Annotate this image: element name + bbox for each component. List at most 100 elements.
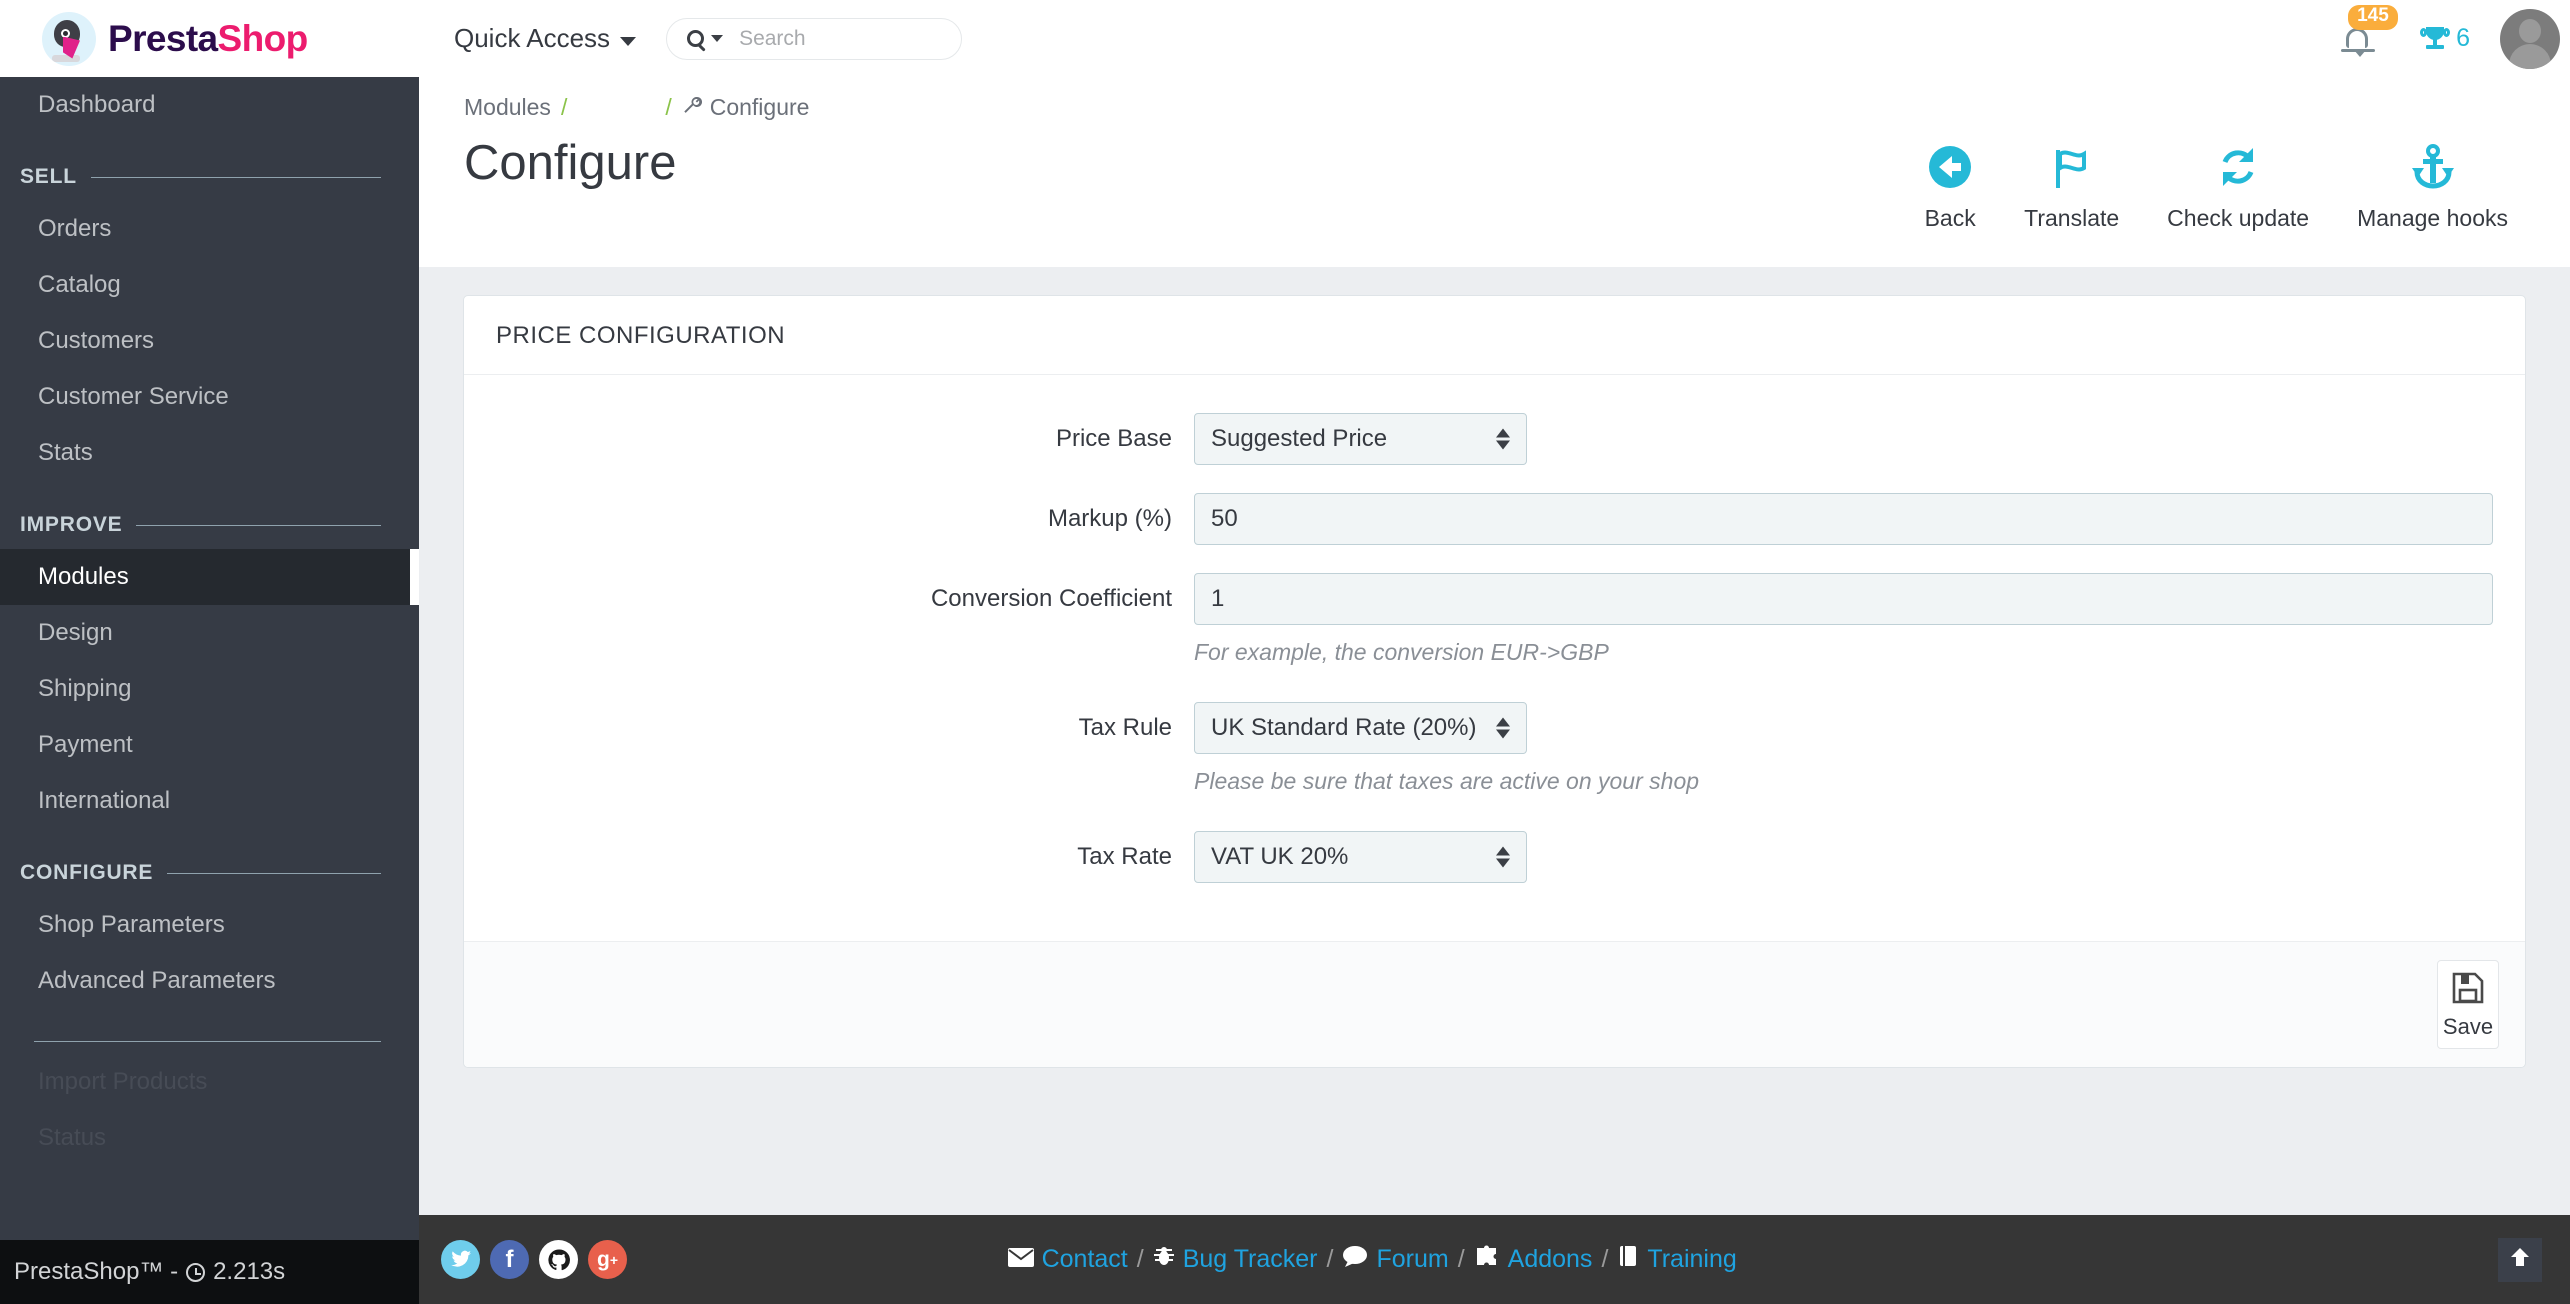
brand-logo[interactable]: PrestaShop (0, 0, 419, 77)
spinner-arrows-icon (1496, 428, 1510, 450)
scroll-to-top-button[interactable] (2497, 1237, 2542, 1282)
separator: / (1136, 1245, 1144, 1273)
sidebar-section-configure: CONFIGURE (0, 829, 419, 897)
sidebar-footer: PrestaShop™ - 2.213s (0, 1240, 419, 1304)
tax-rate-select[interactable]: VAT UK 20% (1194, 831, 1527, 883)
notification-count-badge: 145 (2348, 5, 2398, 30)
sidebar-item-label: Orders (38, 215, 112, 242)
back-button[interactable]: Back (1900, 139, 2000, 232)
sidebar-item-modules[interactable]: Modules (0, 549, 419, 605)
sidebar-item-label: Modules (38, 563, 129, 590)
markup-input[interactable] (1194, 493, 2493, 545)
tax-rule-label: Tax Rule (1078, 714, 1172, 741)
refresh-icon (2213, 139, 2263, 195)
quick-access-menu[interactable]: Quick Access (454, 23, 637, 54)
manage-hooks-button[interactable]: Manage hooks (2333, 139, 2532, 232)
separator: / (1457, 1245, 1465, 1273)
sidebar-item-customers[interactable]: Customers (0, 313, 419, 369)
divider (34, 1041, 381, 1042)
breadcrumb-separator: / (560, 94, 568, 120)
footer-link-forum[interactable]: Forum (1342, 1245, 1449, 1274)
divider (90, 176, 381, 178)
footer-link-label: Training (1647, 1245, 1737, 1273)
footer-link-bug-tracker[interactable]: Bug Tracker (1153, 1245, 1318, 1274)
sidebar-item-orders[interactable]: Orders (0, 201, 419, 257)
conversion-coefficient-hint: For example, the conversion EUR->GBP (1194, 639, 1609, 665)
sidebar-item-label: Catalog (38, 271, 121, 298)
tax-rule-value: UK Standard Rate (20%) (1211, 714, 1477, 741)
price-base-label: Price Base (1055, 425, 1172, 452)
form-row-price-base: Price Base Suggested Price (464, 413, 2525, 465)
sidebar-item-international[interactable]: International (0, 773, 419, 829)
tax-rule-select[interactable]: UK Standard Rate (20%) (1194, 702, 1527, 754)
sidebar-item-label: Shipping (38, 675, 132, 702)
breadcrumb-root[interactable]: Modules (464, 94, 551, 121)
translate-button[interactable]: Translate (2000, 139, 2143, 232)
achievements-button[interactable]: 6 (2396, 24, 2496, 53)
tax-rule-hint: Please be sure that taxes are active on … (1194, 768, 1700, 794)
sidebar-item-label: Design (38, 619, 113, 646)
markup-label: Markup (%) (1047, 505, 1172, 532)
tax-rate-value: VAT UK 20% (1211, 843, 1349, 870)
search-bar[interactable] (666, 17, 963, 60)
sidebar-item-label: Shop Parameters (38, 911, 225, 938)
sidebar-item-label: Customers (38, 327, 155, 354)
footer-link-training[interactable]: Training (1617, 1245, 1737, 1274)
price-base-value: Suggested Price (1211, 425, 1388, 452)
sidebar-item-label: Import Products (38, 1068, 208, 1095)
sidebar-item-stats[interactable]: Stats (0, 425, 419, 481)
page-load-time: 2.213s (213, 1258, 286, 1285)
sidebar-item-payment[interactable]: Payment (0, 717, 419, 773)
avatar[interactable] (2500, 8, 2560, 69)
form-row-markup: Markup (%) (464, 493, 2525, 545)
top-header: PrestaShop Quick Access 145 6 (0, 0, 2570, 77)
footer-link-addons[interactable]: Addons (1474, 1245, 1592, 1274)
price-base-select[interactable]: Suggested Price (1194, 413, 1527, 465)
quick-access-label: Quick Access (454, 23, 611, 53)
sidebar-item-import-products[interactable]: Import Products (0, 1054, 419, 1110)
sidebar-item-label: Advanced Parameters (38, 967, 276, 994)
sidebar-item-catalog[interactable]: Catalog (0, 257, 419, 313)
clock-icon (186, 1262, 206, 1282)
sidebar-item-label: Payment (38, 731, 133, 758)
brand-name-part2: Shop (217, 17, 309, 59)
form-row-conversion-coefficient: Conversion Coefficient For example, the … (464, 573, 2525, 666)
sidebar-item-shop-parameters[interactable]: Shop Parameters (0, 897, 419, 953)
flag-icon (2047, 139, 2097, 195)
divider (136, 524, 381, 526)
sidebar-section-unnamed (0, 1009, 419, 1054)
github-icon[interactable] (539, 1240, 578, 1279)
conversion-coefficient-input[interactable] (1194, 573, 2493, 625)
save-button[interactable]: Save (2437, 960, 2499, 1049)
separator: / (1601, 1245, 1609, 1273)
notifications-button[interactable]: 145 (2326, 0, 2398, 77)
prestashop-bird-logo (42, 11, 96, 66)
sidebar-item-customer-service[interactable]: Customer Service (0, 369, 419, 425)
achievements-count: 6 (2456, 24, 2470, 52)
sidebar-section-label: IMPROVE (20, 513, 123, 536)
header-actions: 145 6 (2326, 0, 2570, 77)
sidebar-item-label: Customer Service (38, 383, 229, 410)
footer-link-contact[interactable]: Contact (1007, 1245, 1128, 1274)
bell-icon (2341, 28, 2376, 52)
price-configuration-panel: PRICE CONFIGURATION Price Base Suggested… (463, 295, 2526, 1068)
sidebar-item-advanced-parameters[interactable]: Advanced Parameters (0, 953, 419, 1009)
panel-footer: Save (464, 941, 2525, 1067)
facebook-icon[interactable]: f (490, 1240, 529, 1279)
check-update-button[interactable]: Check update (2143, 139, 2333, 232)
search-scope-dropdown[interactable] (687, 30, 724, 47)
google-plus-icon[interactable]: g + (588, 1240, 627, 1279)
footer-links: Contact / Bug Tracker / Forum / Addons /… (1007, 1245, 1737, 1274)
search-input[interactable] (739, 26, 940, 51)
sidebar-item-design[interactable]: Design (0, 605, 419, 661)
divider (167, 872, 381, 874)
chevron-down-icon (711, 35, 724, 42)
spinner-arrows-icon (1496, 846, 1510, 868)
form-row-tax-rate: Tax Rate VAT UK 20% (464, 831, 2525, 883)
sidebar-item-status[interactable]: Status (0, 1110, 419, 1166)
twitter-icon[interactable] (441, 1240, 480, 1279)
breadcrumb-current: Configure (709, 94, 810, 120)
sidebar-item-dashboard[interactable]: Dashboard (0, 77, 419, 133)
sidebar-item-shipping[interactable]: Shipping (0, 661, 419, 717)
bug-icon (1153, 1245, 1175, 1274)
